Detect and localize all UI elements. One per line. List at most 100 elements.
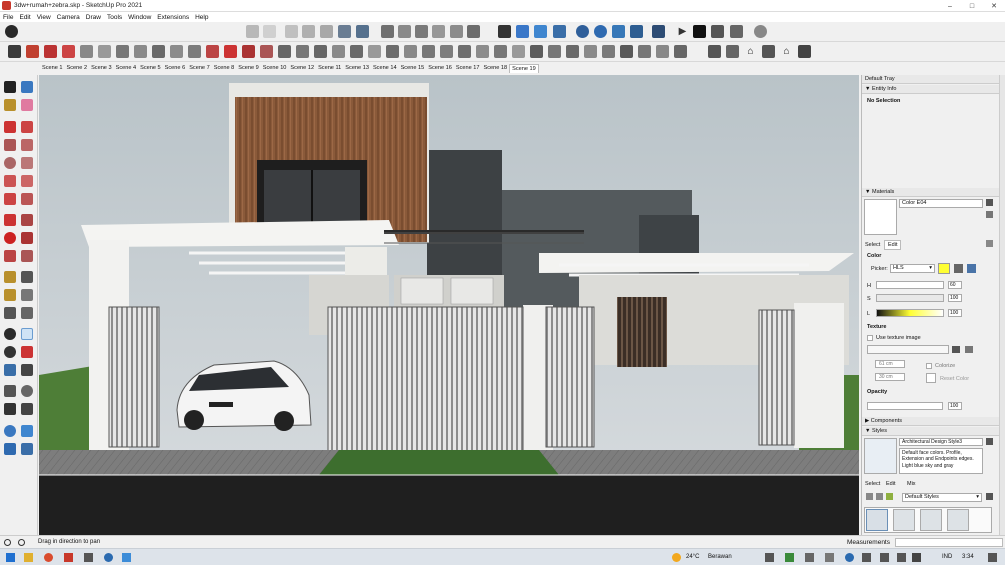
right-view-icon[interactable]	[302, 25, 315, 38]
close-button[interactable]: ✕	[983, 0, 1005, 12]
outliner-icon[interactable]	[467, 25, 480, 38]
tab-scene-4[interactable]: Scene 4	[114, 64, 139, 72]
tape-icon[interactable]	[62, 45, 75, 58]
move-axis-icon[interactable]	[498, 25, 511, 38]
use-texture-checkbox[interactable]	[867, 335, 873, 341]
menu-edit[interactable]: Edit	[19, 14, 30, 21]
column-icon[interactable]	[170, 45, 183, 58]
tab-styles-mix[interactable]: Mix	[907, 481, 916, 487]
material-name-field[interactable]: Color E04	[899, 199, 983, 208]
line-tool-icon[interactable]	[4, 121, 16, 133]
screen-icon[interactable]	[584, 45, 597, 58]
fence-icon[interactable]	[296, 45, 309, 58]
text-tool-icon[interactable]	[21, 289, 33, 301]
zoom-tool-icon[interactable]	[4, 346, 16, 358]
play-icon[interactable]: ▶	[676, 25, 689, 38]
menu-view[interactable]: View	[37, 14, 51, 21]
tab-scene-17[interactable]: Scene 17	[454, 64, 482, 72]
pen-tray-icon[interactable]	[805, 553, 814, 562]
three-point-arc-icon[interactable]	[4, 193, 16, 205]
pan-hand-icon[interactable]	[21, 328, 33, 340]
frame-buffer-icon[interactable]	[730, 25, 743, 38]
texture-icon[interactable]	[726, 45, 739, 58]
back-arrow-icon[interactable]	[866, 493, 873, 500]
protractor-icon[interactable]	[4, 289, 16, 301]
texture-width-field[interactable]: 61 cm	[875, 360, 905, 368]
edge-icon[interactable]	[104, 553, 113, 562]
menu-extensions[interactable]: Extensions	[157, 14, 189, 21]
menu-draw[interactable]: Draw	[86, 14, 101, 21]
spring-icon[interactable]	[656, 45, 669, 58]
walk-tool-icon[interactable]	[4, 403, 16, 415]
freehand-tool-icon[interactable]	[21, 121, 33, 133]
shaded-style-icon[interactable]	[356, 25, 369, 38]
style-thumb-1[interactable]	[866, 509, 888, 531]
paint-bucket-icon[interactable]	[4, 99, 16, 111]
tab-scene-19[interactable]: Scene 19	[509, 63, 539, 73]
chevron-up-icon[interactable]	[825, 553, 834, 562]
hue-slider[interactable]	[876, 281, 944, 289]
tab-scene-6[interactable]: Scene 6	[163, 64, 188, 72]
stop-icon[interactable]	[693, 25, 706, 38]
component-icon[interactable]	[516, 25, 529, 38]
cladding-icon[interactable]	[440, 45, 453, 58]
picker-select[interactable]: HLS ▾	[890, 264, 935, 273]
brick-icon[interactable]	[548, 45, 561, 58]
menu-window[interactable]: Window	[128, 14, 151, 21]
tab-scene-16[interactable]: Scene 16	[426, 64, 454, 72]
select-arrow-icon[interactable]	[4, 81, 16, 93]
network-icon[interactable]	[862, 553, 871, 562]
orbit-icon[interactable]	[4, 328, 16, 340]
tab-scene-1[interactable]: Scene 1	[40, 64, 65, 72]
iso-view-icon[interactable]	[246, 25, 259, 38]
tab-styles-select[interactable]: Select	[865, 481, 880, 487]
create-style-icon[interactable]	[986, 438, 993, 445]
measurements-input[interactable]	[895, 538, 1003, 547]
look-around-icon[interactable]	[630, 25, 643, 38]
dimension-icon[interactable]	[21, 271, 33, 283]
axes-icon[interactable]	[4, 307, 16, 319]
extension-icon[interactable]	[553, 25, 566, 38]
match-screen-color-icon[interactable]	[967, 264, 976, 273]
arc-tool-icon[interactable]	[4, 175, 16, 187]
tab-scene-2[interactable]: Scene 2	[65, 64, 90, 72]
gear-shape-icon[interactable]	[638, 45, 651, 58]
section-display-icon[interactable]	[432, 25, 445, 38]
menu-camera[interactable]: Camera	[57, 14, 80, 21]
truss-icon[interactable]	[332, 45, 345, 58]
sandbox-icon[interactable]	[21, 425, 33, 437]
make-component-icon[interactable]	[21, 81, 33, 93]
menu-tools[interactable]: Tools	[107, 14, 122, 21]
layers-icon[interactable]	[450, 25, 463, 38]
help-icon[interactable]	[4, 539, 11, 546]
frame-icon[interactable]	[350, 45, 363, 58]
warehouse-tool-icon[interactable]	[4, 443, 16, 455]
previous-view-icon[interactable]	[21, 364, 33, 376]
push-pull-icon[interactable]	[21, 214, 33, 226]
entity-info-header[interactable]: ▼ Entity Info	[862, 85, 1000, 94]
opacity-value-field[interactable]: 100	[948, 402, 962, 410]
style-thumb-4[interactable]	[947, 509, 969, 531]
zoom-window-tool-icon[interactable]	[21, 346, 33, 358]
vray-taskbar-icon[interactable]	[122, 553, 131, 562]
lattice-icon[interactable]	[566, 45, 579, 58]
menu-file[interactable]: File	[3, 14, 13, 21]
create-material-icon[interactable]	[986, 199, 993, 206]
beam-icon[interactable]	[188, 45, 201, 58]
eraser-tool-icon[interactable]	[21, 99, 33, 111]
section-fill-icon[interactable]	[415, 25, 428, 38]
position-camera-icon[interactable]	[4, 385, 16, 397]
tab-scene-14[interactable]: Scene 14	[371, 64, 399, 72]
color-swatch[interactable]	[938, 263, 950, 274]
deck-icon[interactable]	[512, 45, 525, 58]
zoom-extents-icon[interactable]	[4, 364, 16, 376]
file-explorer-icon[interactable]	[24, 553, 33, 562]
components-header[interactable]: ▶ Components	[862, 417, 1000, 426]
freehand-icon[interactable]	[44, 45, 57, 58]
circle-icon[interactable]	[4, 157, 16, 169]
browse-folder-icon[interactable]	[952, 346, 960, 353]
coil-icon[interactable]	[674, 45, 687, 58]
top-view-icon[interactable]	[263, 25, 276, 38]
notification-icon[interactable]	[988, 553, 997, 562]
texture-path-field[interactable]	[867, 345, 949, 354]
